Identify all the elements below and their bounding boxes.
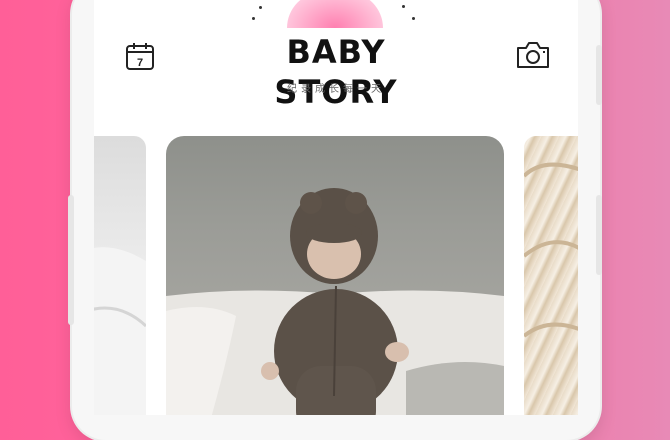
camera-icon <box>517 42 549 68</box>
app-screen: 7 BABY STORY 纪录成长每一天 <box>94 0 578 415</box>
header-sun-arc <box>287 0 383 28</box>
calendar-icon: 7 <box>126 43 154 70</box>
sparkle-dot <box>252 17 255 20</box>
photo-card-previous[interactable] <box>94 136 146 415</box>
photo-thumbnail-previous <box>94 247 146 415</box>
sparkle-dot <box>402 5 405 8</box>
sparkle-dot <box>259 6 262 9</box>
sparkle-dot <box>412 17 415 20</box>
phone-side-button <box>68 195 74 325</box>
calendar-day-number: 7 <box>137 57 143 69</box>
app-header: 7 BABY STORY 纪录成长每一天 <box>94 0 578 118</box>
baby-photo <box>166 188 504 415</box>
app-title: BABY STORY <box>274 33 398 111</box>
phone-side-button <box>596 195 602 275</box>
photo-card-current[interactable] <box>166 136 504 415</box>
calendar-button[interactable]: 7 <box>124 40 156 72</box>
photo-thumbnail-next <box>524 162 578 338</box>
app-subtitle: 纪录成长每一天 <box>287 84 385 95</box>
photo-card-next[interactable] <box>524 136 578 415</box>
camera-button[interactable] <box>514 38 552 72</box>
photo-carousel[interactable] <box>94 136 578 415</box>
phone-side-button <box>596 45 602 105</box>
